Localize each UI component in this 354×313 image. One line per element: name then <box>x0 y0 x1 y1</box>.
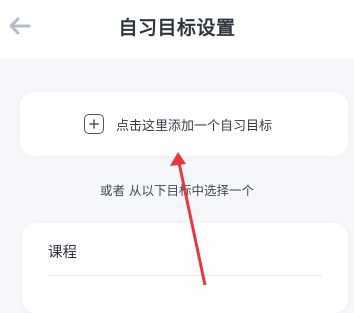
add-goal-button[interactable]: 点击这里添加一个自习目标 <box>20 92 348 156</box>
choose-hint: 或者 从以下目标中选择一个 <box>100 183 254 198</box>
divider <box>48 275 322 276</box>
plus-square-icon <box>83 114 104 134</box>
add-goal-label: 点击这里添加一个自习目标 <box>115 118 272 134</box>
course-item-label[interactable]: 课程 <box>48 241 77 262</box>
preset-goals-card: 课程 <box>22 223 348 313</box>
top-bar: 自习目标设置 <box>0 0 354 58</box>
page-title: 自习目标设置 <box>118 17 236 39</box>
